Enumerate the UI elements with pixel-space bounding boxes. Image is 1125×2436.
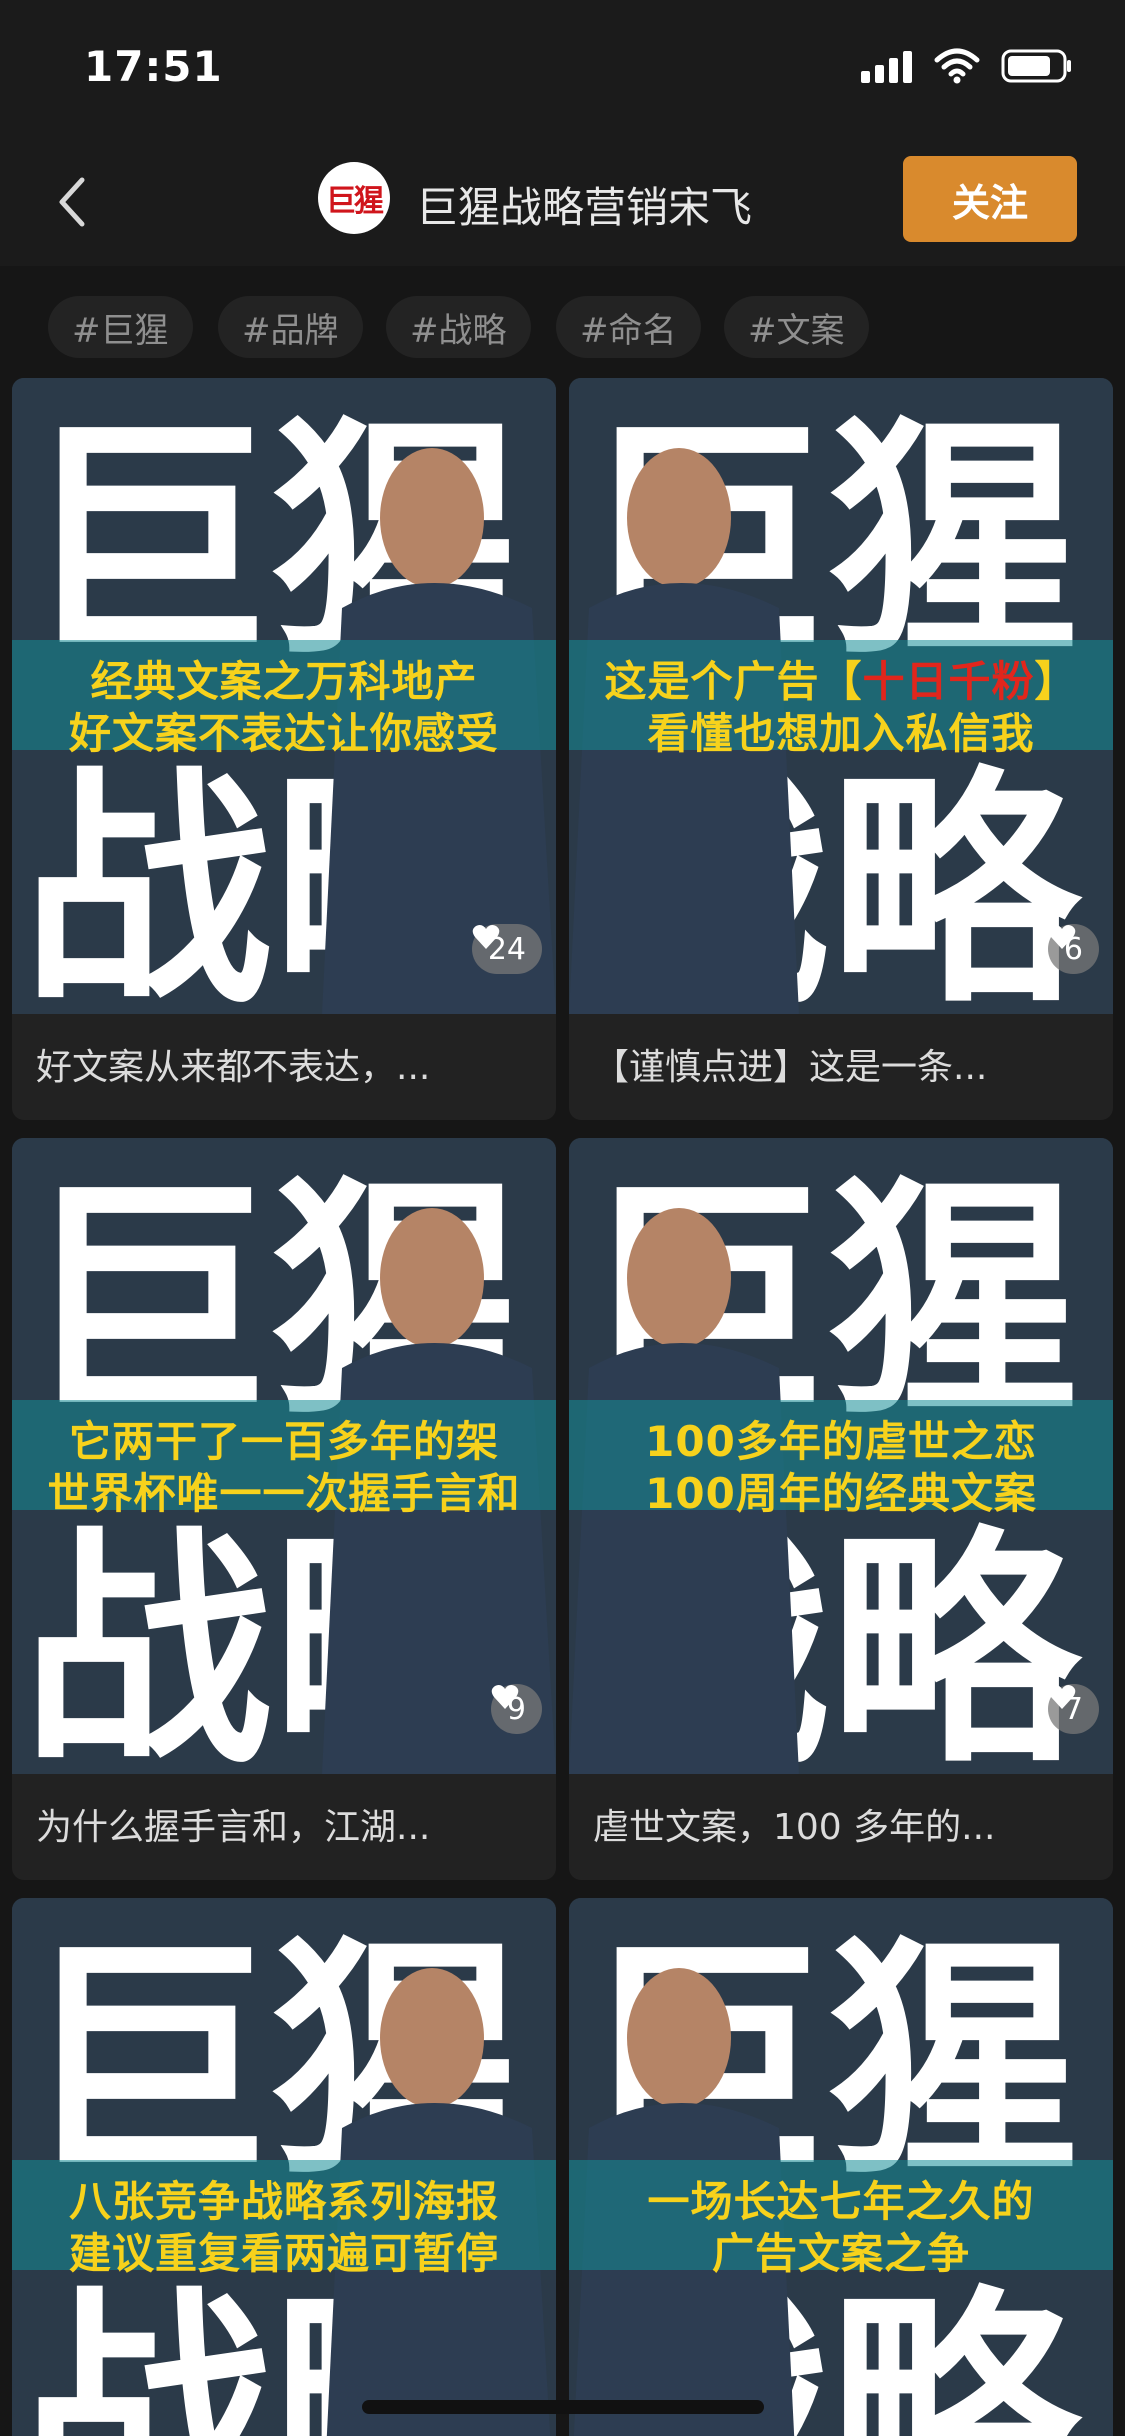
avatar-logo-text: 巨猩	[326, 184, 384, 219]
video-title: 【谨慎点进】这是一条...	[593, 1047, 988, 1088]
video-title: 为什么握手言和，江湖...	[36, 1807, 431, 1848]
avatar[interactable]: 巨猩	[318, 162, 390, 234]
cover-caption-line2: 好文案不表达让你感受	[68, 709, 499, 758]
video-cover: 巨猩 战略 一场长达七年之久的 广告文案之争	[569, 1898, 1113, 2436]
heart-icon	[472, 925, 500, 949]
video-title: 好文案从来都不表达，...	[36, 1047, 431, 1088]
tag-chip[interactable]: #品牌	[218, 296, 363, 358]
heart-icon	[1048, 1685, 1076, 1709]
cover-caption-line2: 世界杯唯一一次握手言和	[47, 1469, 521, 1518]
video-cover: 巨猩 战略 它两干了一百多年的架 世界杯唯一一次握手言和 9	[12, 1138, 556, 1774]
home-indicator	[362, 2400, 764, 2414]
heart-icon	[491, 1685, 519, 1709]
video-cover: 巨猩 战略 八张竞争战略系列海报 建议重复看两遍可暂停	[12, 1898, 556, 2436]
follow-button[interactable]: 关注	[903, 156, 1077, 242]
video-card[interactable]: 巨猩 战略 八张竞争战略系列海报 建议重复看两遍可暂停	[12, 1898, 556, 2436]
video-cover: 巨猩 战略 经典文案之万科地产 好文案不表达让你感受 24	[12, 378, 556, 1014]
chevron-left-icon	[59, 177, 85, 227]
caption-text: 】	[1034, 657, 1078, 706]
like-count-badge: 6	[1047, 924, 1099, 974]
video-card[interactable]: 巨猩 战略 100多年的虐世之恋 100周年的经典文案 7 虐世文案，100 多…	[569, 1138, 1113, 1880]
video-card[interactable]: 巨猩 战略 一场长达七年之久的 广告文案之争	[569, 1898, 1113, 2436]
like-count-badge: 9	[490, 1684, 542, 1734]
heart-icon	[1048, 925, 1076, 949]
status-icons	[861, 48, 1073, 88]
status-time: 17:51	[84, 42, 223, 91]
tag-chip[interactable]: #巨猩	[48, 296, 193, 358]
wifi-icon	[933, 48, 981, 88]
video-cover: 巨猩 战略 这是个广告【十日千粉】 看懂也想加入私信我 6	[569, 378, 1113, 1014]
like-count-badge: 7	[1047, 1684, 1099, 1734]
tag-chip[interactable]: #命名	[556, 296, 701, 358]
video-card[interactable]: 巨猩 战略 这是个广告【十日千粉】 看懂也想加入私信我 6 【谨慎点进】这是一条…	[569, 378, 1113, 1120]
tag-chip[interactable]: #文案	[724, 296, 869, 358]
video-cover: 巨猩 战略 100多年的虐世之恋 100周年的经典文案 7	[569, 1138, 1113, 1774]
cover-caption-line2: 100周年的经典文案	[645, 1469, 1037, 1518]
like-count-badge: 24	[471, 924, 542, 974]
back-button[interactable]	[40, 170, 104, 234]
nav-bar: 巨猩 巨猩战略营销宋飞 关注	[0, 140, 1125, 266]
tag-row: #巨猩 #品牌 #战略 #命名 #文案	[0, 266, 1125, 376]
battery-icon	[1001, 48, 1073, 88]
caption-highlight: 十日千粉	[862, 657, 1035, 706]
cover-caption-line2: 看懂也想加入私信我	[647, 709, 1035, 758]
caption-text: 这是个广告【	[604, 657, 863, 706]
video-title: 虐世文案，100 多年的...	[593, 1807, 996, 1848]
video-card[interactable]: 巨猩 战略 它两干了一百多年的架 世界杯唯一一次握手言和 9 为什么握手言和，江…	[12, 1138, 556, 1880]
signal-icon	[861, 49, 913, 87]
tag-chip[interactable]: #战略	[386, 296, 531, 358]
page-title: 巨猩战略营销宋飞	[416, 183, 753, 232]
cover-caption-line2: 广告文案之争	[711, 2229, 970, 2278]
video-card[interactable]: 巨猩 战略 经典文案之万科地产 好文案不表达让你感受 24 好文案从来都不表达，…	[12, 378, 556, 1120]
status-bar: 17:51	[0, 0, 1125, 140]
cover-caption-line2: 建议重复看两遍可暂停	[68, 2229, 499, 2278]
